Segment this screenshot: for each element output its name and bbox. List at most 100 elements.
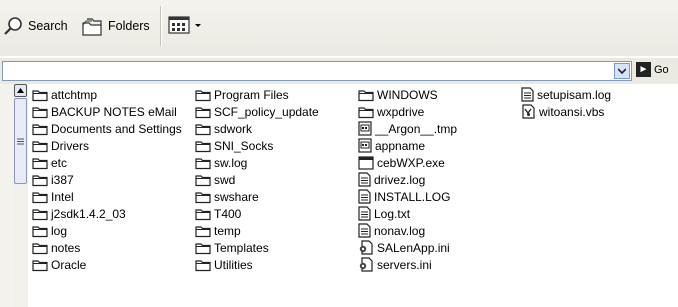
file-item-label: SNI_Socks <box>214 138 274 153</box>
file-item[interactable]: Documents and Settings <box>32 120 182 137</box>
go-button[interactable]: ► Go <box>636 62 669 77</box>
file-item[interactable]: T400 <box>195 205 319 222</box>
file-item[interactable]: cebWXP.exe <box>358 154 457 171</box>
file-item[interactable]: attchtmp <box>32 86 182 103</box>
file-item-label: Oracle <box>51 257 87 272</box>
settings-file-icon <box>358 240 377 255</box>
folder-icon <box>195 139 214 153</box>
file-item-label: Templates <box>214 240 269 255</box>
folders-label: Folders <box>108 19 150 33</box>
file-item[interactable]: INSTALL.LOG <box>358 188 457 205</box>
folder-icon <box>32 88 51 102</box>
file-item[interactable]: Log.txt <box>358 205 457 222</box>
file-item-label: Log.txt <box>374 206 411 221</box>
file-item[interactable]: SCF_policy_update <box>195 103 319 120</box>
file-item[interactable]: SNI_Socks <box>195 137 319 154</box>
file-column-2: Program Files SCF_policy_update sdwork SNI_… <box>195 86 319 273</box>
file-item-label: SALenApp.ini <box>377 240 450 255</box>
folder-icon <box>32 139 51 153</box>
file-item-label: T400 <box>214 206 242 221</box>
file-item-label: nonav.log <box>374 223 426 238</box>
file-item-label: drivez.log <box>374 172 426 187</box>
file-item[interactable]: etc <box>32 154 182 171</box>
file-item-label: etc <box>51 155 68 170</box>
folder-icon <box>32 190 51 204</box>
views-icon <box>168 16 190 34</box>
file-item[interactable]: appname <box>358 137 457 154</box>
file-item[interactable]: Utilities <box>195 256 319 273</box>
folder-icon <box>195 224 214 238</box>
vertical-scrollbar[interactable] <box>14 84 28 307</box>
file-item[interactable]: Program Files <box>195 86 319 103</box>
file-item-label: BACKUP NOTES eMail <box>51 104 177 119</box>
file-item[interactable]: j2sdk1.4.2_03 <box>32 205 182 222</box>
folder-icon <box>358 105 377 119</box>
text-file-icon <box>358 206 374 221</box>
file-item-label: appname <box>375 138 426 153</box>
file-item[interactable]: Drivers <box>32 137 182 154</box>
file-item-label: cebWXP.exe <box>377 155 445 170</box>
folder-icon <box>32 156 51 170</box>
folders-button[interactable]: Folders <box>80 13 150 39</box>
application-icon <box>358 155 377 170</box>
file-column-1: attchtmp BACKUP NOTES eMail Documents and … <box>32 86 182 273</box>
file-item[interactable]: i387 <box>32 171 182 188</box>
file-item[interactable]: Templates <box>195 239 319 256</box>
file-item[interactable]: BACKUP NOTES eMail <box>32 103 182 120</box>
file-item[interactable]: sw.log <box>195 154 319 171</box>
file-item[interactable]: SALenApp.ini <box>358 239 457 256</box>
search-button[interactable]: Search <box>2 13 68 39</box>
address-input[interactable] <box>2 61 632 81</box>
file-item[interactable]: log <box>32 222 182 239</box>
file-item[interactable]: witoansi.vbs <box>521 103 611 120</box>
folder-icon <box>32 173 51 187</box>
file-item[interactable]: nonav.log <box>358 222 457 239</box>
views-button[interactable] <box>168 12 206 38</box>
folder-icon <box>195 173 214 187</box>
chevron-up-icon <box>17 88 24 93</box>
file-item-label: sw.log <box>214 155 248 170</box>
folder-icon <box>195 105 214 119</box>
file-item[interactable]: servers.ini <box>358 256 457 273</box>
file-item-label: Documents and Settings <box>51 121 182 136</box>
file-item[interactable]: sdwork <box>195 120 319 137</box>
folder-icon <box>195 122 214 136</box>
file-item-label: Drivers <box>51 138 89 153</box>
folder-icon <box>195 156 214 170</box>
file-item-label: temp <box>214 223 241 238</box>
file-item-label: Utilities <box>214 257 253 272</box>
grip-icon <box>17 138 24 144</box>
file-item[interactable]: swd <box>195 171 319 188</box>
file-item-label: i387 <box>51 172 74 187</box>
file-item[interactable]: setupisam.log <box>521 86 611 103</box>
folder-icon <box>32 224 51 238</box>
search-icon <box>4 17 22 35</box>
folder-icon <box>195 258 214 272</box>
search-label: Search <box>28 19 68 33</box>
chevron-down-icon <box>195 24 201 27</box>
text-file-icon <box>358 189 374 204</box>
toolbar-separator <box>160 6 162 46</box>
file-item[interactable]: notes <box>32 239 182 256</box>
address-dropdown-button[interactable] <box>614 63 630 79</box>
file-item-label: notes <box>51 240 81 255</box>
file-item[interactable]: temp <box>195 222 319 239</box>
scroll-up-button[interactable] <box>14 84 27 97</box>
file-item[interactable]: swshare <box>195 188 319 205</box>
file-item[interactable]: drivez.log <box>358 171 457 188</box>
file-item[interactable]: WINDOWS <box>358 86 457 103</box>
text-file-icon <box>358 172 374 187</box>
folder-icon <box>32 207 51 221</box>
file-item[interactable]: Intel <box>32 188 182 205</box>
file-item-label: log <box>51 223 68 238</box>
file-item-label: INSTALL.LOG <box>374 189 451 204</box>
scroll-thumb[interactable] <box>14 98 27 184</box>
file-icon <box>358 121 375 136</box>
file-item[interactable]: wxpdrive <box>358 103 457 120</box>
file-item-label: wxpdrive <box>377 104 425 119</box>
file-item[interactable]: Oracle <box>32 256 182 273</box>
file-item[interactable]: __Argon__.tmp <box>358 120 457 137</box>
text-file-icon <box>521 87 537 102</box>
folder-icon <box>32 258 51 272</box>
file-item-label: Program Files <box>214 87 289 102</box>
